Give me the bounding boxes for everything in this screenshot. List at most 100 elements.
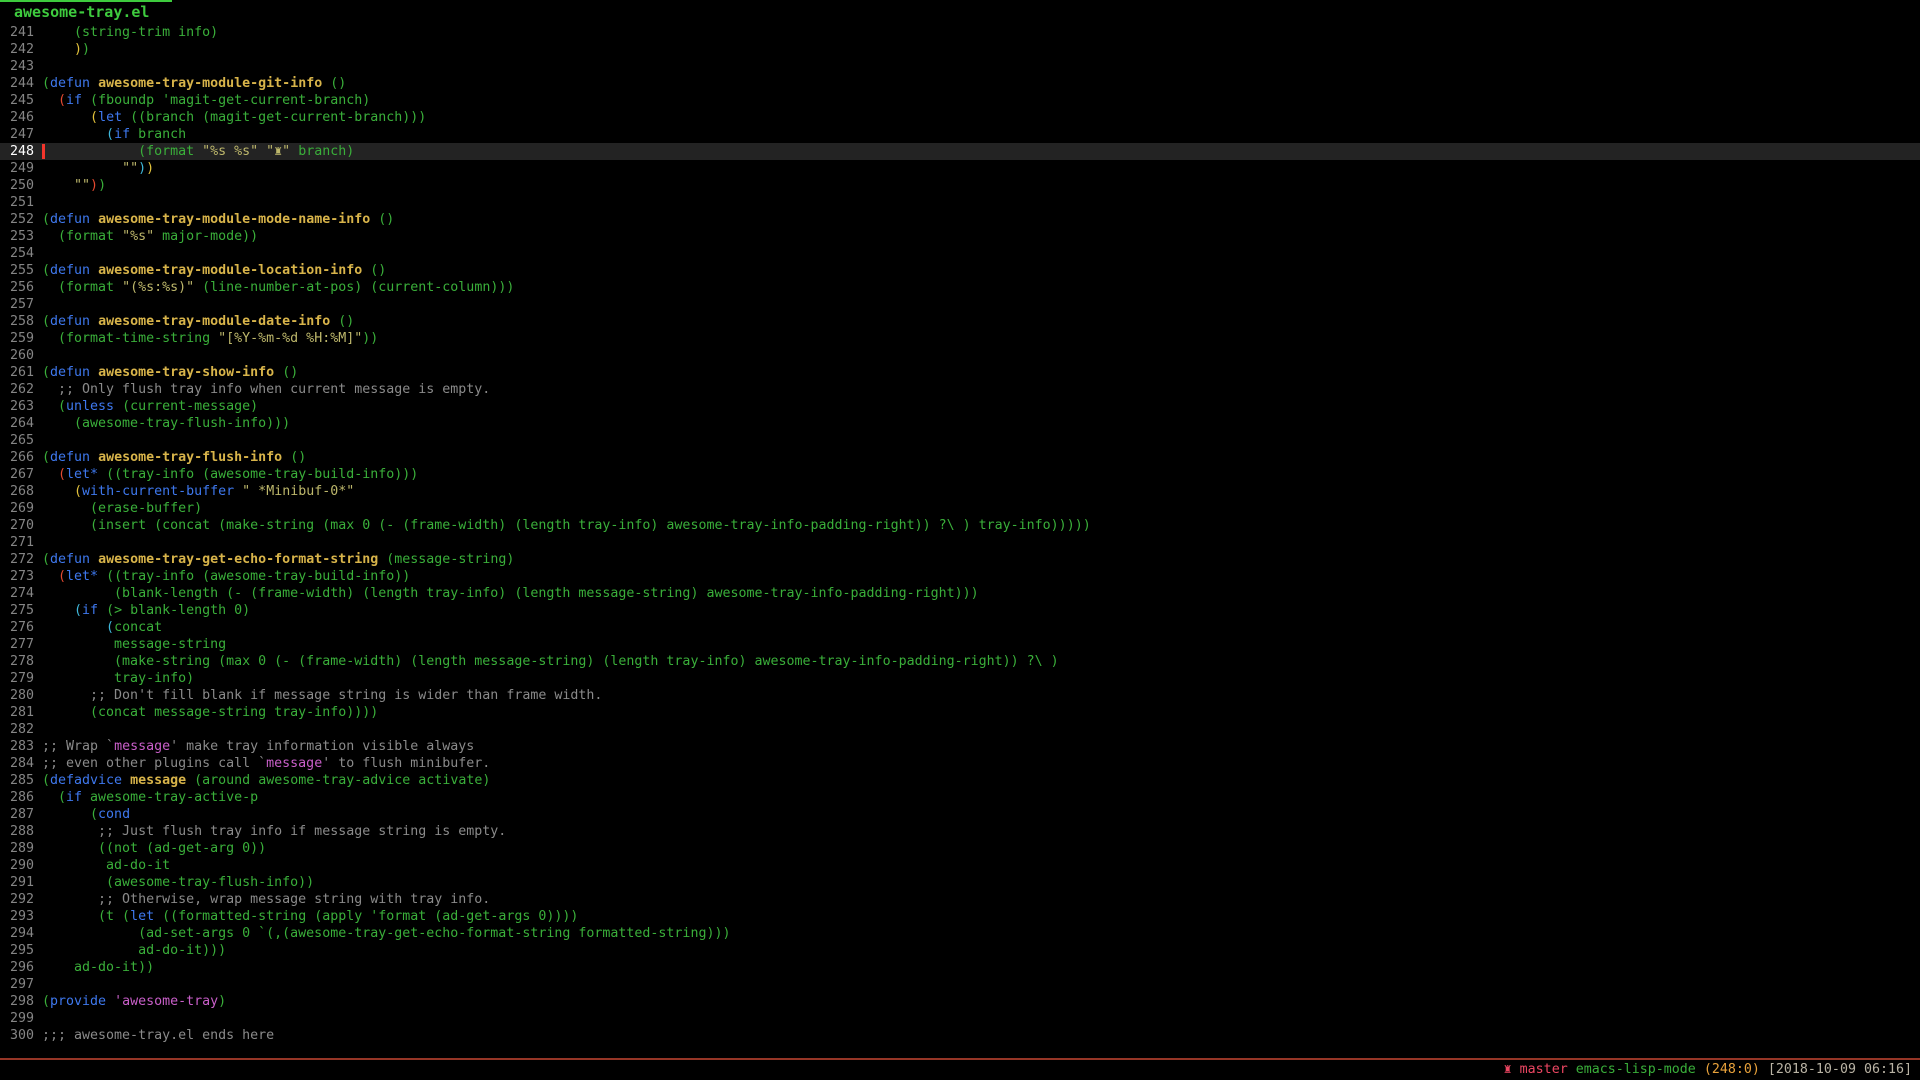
code-token: ) <box>90 178 98 193</box>
code-line[interactable]: 249 "")) <box>0 160 1920 177</box>
code-token: ;;; awesome-tray.el ends here <box>42 1028 274 1043</box>
line-number: 297 <box>0 976 34 993</box>
code-line[interactable]: 274 (blank-length (- (frame-width) (leng… <box>0 585 1920 602</box>
code-line[interactable]: 300;;; awesome-tray.el ends here <box>0 1027 1920 1044</box>
code-line[interactable]: 247 (if branch <box>0 126 1920 143</box>
code-line[interactable]: 269 (erase-buffer) <box>0 500 1920 517</box>
code-token: with-current-buffer <box>82 484 234 499</box>
code-token: ( <box>42 263 50 278</box>
code-line[interactable]: 255(defun awesome-tray-module-location-i… <box>0 262 1920 279</box>
line-number: 254 <box>0 245 34 262</box>
code-line[interactable]: 264 (awesome-tray-flush-info))) <box>0 415 1920 432</box>
code-line[interactable]: 262 ;; Only flush tray info when current… <box>0 381 1920 398</box>
line-content: (awesome-tray-flush-info)) <box>34 874 1920 891</box>
code-token: awesome-tray-module-mode-name-info <box>98 212 370 227</box>
code-line[interactable]: 259 (format-time-string "[%Y-%m-%d %H:%M… <box>0 330 1920 347</box>
code-line[interactable]: 266(defun awesome-tray-flush-info () <box>0 449 1920 466</box>
code-line[interactable]: 291 (awesome-tray-flush-info)) <box>0 874 1920 891</box>
code-token <box>90 263 98 278</box>
code-line[interactable]: 286 (if awesome-tray-active-p <box>0 789 1920 806</box>
code-line[interactable]: 253 (format "%s" major-mode)) <box>0 228 1920 245</box>
code-line[interactable]: 289 ((not (ad-get-arg 0)) <box>0 840 1920 857</box>
awesome-tray-statusbar: ♜ master emacs-lisp-mode (248:0) [2018-1… <box>1504 1061 1912 1078</box>
code-line[interactable]: 268 (with-current-buffer " *Minibuf-0*" <box>0 483 1920 500</box>
code-line[interactable]: 270 (insert (concat (make-string (max 0 … <box>0 517 1920 534</box>
code-line[interactable]: 245 (if (fboundp 'magit-get-current-bran… <box>0 92 1920 109</box>
code-editor-area[interactable]: 241 (string-trim info)242 ))243244(defun… <box>0 24 1920 1044</box>
code-line[interactable]: 267 (let* ((tray-info (awesome-tray-buil… <box>0 466 1920 483</box>
code-line[interactable]: 281 (concat message-string tray-info)))) <box>0 704 1920 721</box>
code-line[interactable]: 298(provide 'awesome-tray) <box>0 993 1920 1010</box>
code-line[interactable]: 257 <box>0 296 1920 313</box>
code-line[interactable]: 299 <box>0 1010 1920 1027</box>
line-content: (ad-set-args 0 `(,(awesome-tray-get-echo… <box>34 925 1920 942</box>
code-token: () <box>322 76 346 91</box>
code-line[interactable]: 254 <box>0 245 1920 262</box>
code-line[interactable]: 265 <box>0 432 1920 449</box>
code-line[interactable]: 276 (concat <box>0 619 1920 636</box>
line-content: (let* ((tray-info (awesome-tray-build-in… <box>34 466 1920 483</box>
code-line[interactable]: 243 <box>0 58 1920 75</box>
code-line[interactable]: 273 (let* ((tray-info (awesome-tray-buil… <box>0 568 1920 585</box>
code-line[interactable]: 285(defadvice message (around awesome-tr… <box>0 772 1920 789</box>
line-number: 250 <box>0 177 34 194</box>
line-number: 246 <box>0 109 34 126</box>
code-token: ;; even other plugins call ` <box>42 756 266 771</box>
code-token <box>42 110 90 125</box>
code-line[interactable]: 263 (unless (current-message) <box>0 398 1920 415</box>
code-line[interactable]: 271 <box>0 534 1920 551</box>
code-line[interactable]: 260 <box>0 347 1920 364</box>
code-line[interactable]: 242 )) <box>0 41 1920 58</box>
line-number: 243 <box>0 58 34 75</box>
code-line[interactable]: 244(defun awesome-tray-module-git-info (… <box>0 75 1920 92</box>
line-content: (if branch <box>34 126 1920 143</box>
line-content <box>34 1010 1920 1027</box>
code-line[interactable]: 296 ad-do-it)) <box>0 959 1920 976</box>
code-line[interactable]: 278 (make-string (max 0 (- (frame-width)… <box>0 653 1920 670</box>
line-content: (insert (concat (make-string (max 0 (- (… <box>34 517 1920 534</box>
code-line[interactable]: 295 ad-do-it))) <box>0 942 1920 959</box>
code-line[interactable]: 279 tray-info) <box>0 670 1920 687</box>
line-number: 272 <box>0 551 34 568</box>
code-line[interactable]: 292 ;; Otherwise, wrap message string wi… <box>0 891 1920 908</box>
code-line[interactable]: 250 "")) <box>0 177 1920 194</box>
code-line[interactable]: 288 ;; Just flush tray info if message s… <box>0 823 1920 840</box>
code-line[interactable]: 284;; even other plugins call `message' … <box>0 755 1920 772</box>
code-line[interactable]: 282 <box>0 721 1920 738</box>
code-line[interactable]: 277 message-string <box>0 636 1920 653</box>
code-token <box>90 314 98 329</box>
code-line[interactable]: 256 (format "(%s:%s)" (line-number-at-po… <box>0 279 1920 296</box>
code-token <box>42 161 122 176</box>
code-line-current[interactable]: 248 (format "%s %s" "♜" branch) <box>0 143 1920 160</box>
code-line[interactable]: 294 (ad-set-args 0 `(,(awesome-tray-get-… <box>0 925 1920 942</box>
code-line[interactable]: 297 <box>0 976 1920 993</box>
code-line[interactable]: 261(defun awesome-tray-show-info () <box>0 364 1920 381</box>
code-line[interactable]: 252(defun awesome-tray-module-mode-name-… <box>0 211 1920 228</box>
line-number: 241 <box>0 24 34 41</box>
code-token: branch) <box>290 144 354 159</box>
code-line[interactable]: 293 (t (let ((formatted-string (apply 'f… <box>0 908 1920 925</box>
code-line[interactable]: 272(defun awesome-tray-get-echo-format-s… <box>0 551 1920 568</box>
code-token: ;; Only flush tray info when current mes… <box>42 382 490 397</box>
code-line[interactable]: 290 ad-do-it <box>0 857 1920 874</box>
line-content: (awesome-tray-flush-info))) <box>34 415 1920 432</box>
code-line[interactable]: 287 (cond <box>0 806 1920 823</box>
code-line[interactable]: 275 (if (> blank-length 0) <box>0 602 1920 619</box>
line-number: 293 <box>0 908 34 925</box>
code-token: (blank-length (- (frame-width) (length t… <box>42 586 979 601</box>
code-token: ad-do-it))) <box>42 943 226 958</box>
code-line[interactable]: 246 (let ((branch (magit-get-current-bra… <box>0 109 1920 126</box>
code-line[interactable]: 258(defun awesome-tray-module-date-info … <box>0 313 1920 330</box>
code-line[interactable]: 283;; Wrap `message' make tray informati… <box>0 738 1920 755</box>
code-line[interactable]: 241 (string-trim info) <box>0 24 1920 41</box>
code-token <box>42 620 106 635</box>
code-token: 'awesome-tray <box>114 994 218 1009</box>
line-content: tray-info) <box>34 670 1920 687</box>
code-token: (around awesome-tray-advice activate) <box>186 773 490 788</box>
code-line[interactable]: 280 ;; Don't fill blank if message strin… <box>0 687 1920 704</box>
line-content: (with-current-buffer " *Minibuf-0*" <box>34 483 1920 500</box>
line-content: (defun awesome-tray-module-date-info () <box>34 313 1920 330</box>
line-content <box>34 534 1920 551</box>
code-line[interactable]: 251 <box>0 194 1920 211</box>
line-content: ;; Just flush tray info if message strin… <box>34 823 1920 840</box>
